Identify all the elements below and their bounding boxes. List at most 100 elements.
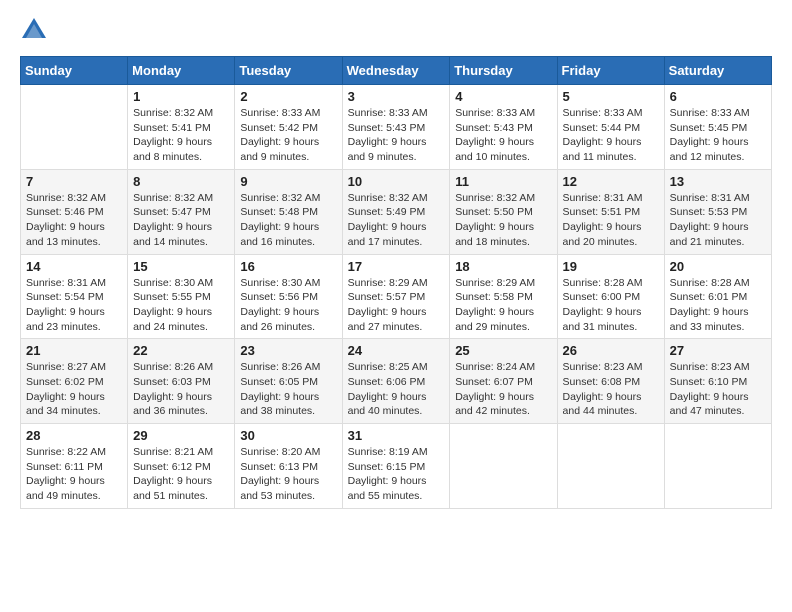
calendar-cell: 6 Sunrise: 8:33 AMSunset: 5:45 PMDaylight… bbox=[664, 85, 771, 170]
calendar-cell: 17 Sunrise: 8:29 AMSunset: 5:57 PMDayligh… bbox=[342, 254, 450, 339]
day-info: Sunrise: 8:26 AMSunset: 6:05 PMDaylight:… bbox=[240, 360, 336, 419]
day-info: Sunrise: 8:29 AMSunset: 5:57 PMDaylight:… bbox=[348, 276, 445, 335]
calendar-cell: 8 Sunrise: 8:32 AMSunset: 5:47 PMDaylight… bbox=[128, 169, 235, 254]
day-info: Sunrise: 8:25 AMSunset: 6:06 PMDaylight:… bbox=[348, 360, 445, 419]
day-number: 13 bbox=[670, 174, 766, 189]
day-info: Sunrise: 8:32 AMSunset: 5:50 PMDaylight:… bbox=[455, 191, 551, 250]
logo-icon bbox=[20, 16, 48, 44]
day-number: 19 bbox=[563, 259, 659, 274]
calendar-cell: 18 Sunrise: 8:29 AMSunset: 5:58 PMDayligh… bbox=[450, 254, 557, 339]
day-info: Sunrise: 8:20 AMSunset: 6:13 PMDaylight:… bbox=[240, 445, 336, 504]
calendar-week-row: 1 Sunrise: 8:32 AMSunset: 5:41 PMDaylight… bbox=[21, 85, 772, 170]
day-number: 25 bbox=[455, 343, 551, 358]
day-number: 6 bbox=[670, 89, 766, 104]
calendar-cell: 12 Sunrise: 8:31 AMSunset: 5:51 PMDayligh… bbox=[557, 169, 664, 254]
calendar-week-row: 14Sunrise: 8:31 AMSunset: 5:54 PMDayligh… bbox=[21, 254, 772, 339]
calendar-cell: 5 Sunrise: 8:33 AMSunset: 5:44 PMDaylight… bbox=[557, 85, 664, 170]
day-number: 24 bbox=[348, 343, 445, 358]
calendar-cell: 20 Sunrise: 8:28 AMSunset: 6:01 PMDayligh… bbox=[664, 254, 771, 339]
day-header-thursday: Thursday bbox=[450, 57, 557, 85]
day-number: 28 bbox=[26, 428, 122, 443]
calendar-header-row: SundayMondayTuesdayWednesdayThursdayFrid… bbox=[21, 57, 772, 85]
day-info: Sunrise: 8:32 AMSunset: 5:41 PMDaylight:… bbox=[133, 106, 229, 165]
day-number: 26 bbox=[563, 343, 659, 358]
day-number: 12 bbox=[563, 174, 659, 189]
day-header-tuesday: Tuesday bbox=[235, 57, 342, 85]
calendar-cell: 14Sunrise: 8:31 AMSunset: 5:54 PMDayligh… bbox=[21, 254, 128, 339]
calendar-cell: 23 Sunrise: 8:26 AMSunset: 6:05 PMDayligh… bbox=[235, 339, 342, 424]
day-info: Sunrise: 8:33 AMSunset: 5:43 PMDaylight:… bbox=[455, 106, 551, 165]
day-info: Sunrise: 8:32 AMSunset: 5:46 PMDaylight:… bbox=[26, 191, 122, 250]
day-number: 10 bbox=[348, 174, 445, 189]
day-info: Sunrise: 8:32 AMSunset: 5:49 PMDaylight:… bbox=[348, 191, 445, 250]
day-number: 15 bbox=[133, 259, 229, 274]
day-info: Sunrise: 8:27 AMSunset: 6:02 PMDaylight:… bbox=[26, 360, 122, 419]
day-info: Sunrise: 8:23 AMSunset: 6:10 PMDaylight:… bbox=[670, 360, 766, 419]
day-info: Sunrise: 8:33 AMSunset: 5:44 PMDaylight:… bbox=[563, 106, 659, 165]
day-info: Sunrise: 8:33 AMSunset: 5:42 PMDaylight:… bbox=[240, 106, 336, 165]
day-info: Sunrise: 8:31 AMSunset: 5:51 PMDaylight:… bbox=[563, 191, 659, 250]
calendar-cell: 3Sunrise: 8:33 AMSunset: 5:43 PMDaylight… bbox=[342, 85, 450, 170]
calendar-cell: 13 Sunrise: 8:31 AMSunset: 5:53 PMDayligh… bbox=[664, 169, 771, 254]
calendar-cell: 25 Sunrise: 8:24 AMSunset: 6:07 PMDayligh… bbox=[450, 339, 557, 424]
day-info: Sunrise: 8:28 AMSunset: 6:00 PMDaylight:… bbox=[563, 276, 659, 335]
day-number: 22 bbox=[133, 343, 229, 358]
day-info: Sunrise: 8:33 AMSunset: 5:43 PMDaylight:… bbox=[348, 106, 445, 165]
day-number: 7 bbox=[26, 174, 122, 189]
day-number: 14 bbox=[26, 259, 122, 274]
day-info: Sunrise: 8:28 AMSunset: 6:01 PMDaylight:… bbox=[670, 276, 766, 335]
day-info: Sunrise: 8:30 AMSunset: 5:55 PMDaylight:… bbox=[133, 276, 229, 335]
page-header bbox=[20, 16, 772, 44]
day-number: 20 bbox=[670, 259, 766, 274]
logo bbox=[20, 16, 52, 44]
calendar-cell: 4 Sunrise: 8:33 AMSunset: 5:43 PMDaylight… bbox=[450, 85, 557, 170]
day-info: Sunrise: 8:19 AMSunset: 6:15 PMDaylight:… bbox=[348, 445, 445, 504]
calendar-cell bbox=[21, 85, 128, 170]
calendar-cell bbox=[450, 424, 557, 509]
day-info: Sunrise: 8:33 AMSunset: 5:45 PMDaylight:… bbox=[670, 106, 766, 165]
day-number: 18 bbox=[455, 259, 551, 274]
day-number: 4 bbox=[455, 89, 551, 104]
day-number: 16 bbox=[240, 259, 336, 274]
calendar-week-row: 28Sunrise: 8:22 AMSunset: 6:11 PMDayligh… bbox=[21, 424, 772, 509]
day-number: 11 bbox=[455, 174, 551, 189]
day-info: Sunrise: 8:29 AMSunset: 5:58 PMDaylight:… bbox=[455, 276, 551, 335]
calendar-cell: 7 Sunrise: 8:32 AMSunset: 5:46 PMDaylight… bbox=[21, 169, 128, 254]
day-header-monday: Monday bbox=[128, 57, 235, 85]
calendar-cell: 2Sunrise: 8:33 AMSunset: 5:42 PMDaylight… bbox=[235, 85, 342, 170]
day-number: 21 bbox=[26, 343, 122, 358]
day-info: Sunrise: 8:21 AMSunset: 6:12 PMDaylight:… bbox=[133, 445, 229, 504]
day-info: Sunrise: 8:32 AMSunset: 5:47 PMDaylight:… bbox=[133, 191, 229, 250]
calendar-week-row: 21 Sunrise: 8:27 AMSunset: 6:02 PMDayligh… bbox=[21, 339, 772, 424]
day-info: Sunrise: 8:24 AMSunset: 6:07 PMDaylight:… bbox=[455, 360, 551, 419]
day-number: 9 bbox=[240, 174, 336, 189]
day-number: 8 bbox=[133, 174, 229, 189]
calendar-cell: 11 Sunrise: 8:32 AMSunset: 5:50 PMDayligh… bbox=[450, 169, 557, 254]
calendar-cell: 10 Sunrise: 8:32 AMSunset: 5:49 PMDayligh… bbox=[342, 169, 450, 254]
calendar-cell: 30Sunrise: 8:20 AMSunset: 6:13 PMDayligh… bbox=[235, 424, 342, 509]
day-info: Sunrise: 8:26 AMSunset: 6:03 PMDaylight:… bbox=[133, 360, 229, 419]
day-number: 1 bbox=[133, 89, 229, 104]
day-number: 31 bbox=[348, 428, 445, 443]
calendar-cell: 1 Sunrise: 8:32 AMSunset: 5:41 PMDaylight… bbox=[128, 85, 235, 170]
calendar-cell: 27 Sunrise: 8:23 AMSunset: 6:10 PMDayligh… bbox=[664, 339, 771, 424]
calendar-cell: 16Sunrise: 8:30 AMSunset: 5:56 PMDayligh… bbox=[235, 254, 342, 339]
day-header-sunday: Sunday bbox=[21, 57, 128, 85]
calendar-cell: 26 Sunrise: 8:23 AMSunset: 6:08 PMDayligh… bbox=[557, 339, 664, 424]
calendar-cell: 29Sunrise: 8:21 AMSunset: 6:12 PMDayligh… bbox=[128, 424, 235, 509]
day-number: 27 bbox=[670, 343, 766, 358]
day-info: Sunrise: 8:31 AMSunset: 5:53 PMDaylight:… bbox=[670, 191, 766, 250]
day-number: 5 bbox=[563, 89, 659, 104]
calendar-week-row: 7 Sunrise: 8:32 AMSunset: 5:46 PMDaylight… bbox=[21, 169, 772, 254]
calendar-cell bbox=[557, 424, 664, 509]
day-info: Sunrise: 8:23 AMSunset: 6:08 PMDaylight:… bbox=[563, 360, 659, 419]
day-info: Sunrise: 8:32 AMSunset: 5:48 PMDaylight:… bbox=[240, 191, 336, 250]
calendar-cell bbox=[664, 424, 771, 509]
calendar-cell: 19 Sunrise: 8:28 AMSunset: 6:00 PMDayligh… bbox=[557, 254, 664, 339]
calendar-cell: 22 Sunrise: 8:26 AMSunset: 6:03 PMDayligh… bbox=[128, 339, 235, 424]
day-number: 23 bbox=[240, 343, 336, 358]
day-number: 17 bbox=[348, 259, 445, 274]
calendar-cell: 31 Sunrise: 8:19 AMSunset: 6:15 PMDayligh… bbox=[342, 424, 450, 509]
calendar-cell: 21 Sunrise: 8:27 AMSunset: 6:02 PMDayligh… bbox=[21, 339, 128, 424]
calendar-cell: 24 Sunrise: 8:25 AMSunset: 6:06 PMDayligh… bbox=[342, 339, 450, 424]
